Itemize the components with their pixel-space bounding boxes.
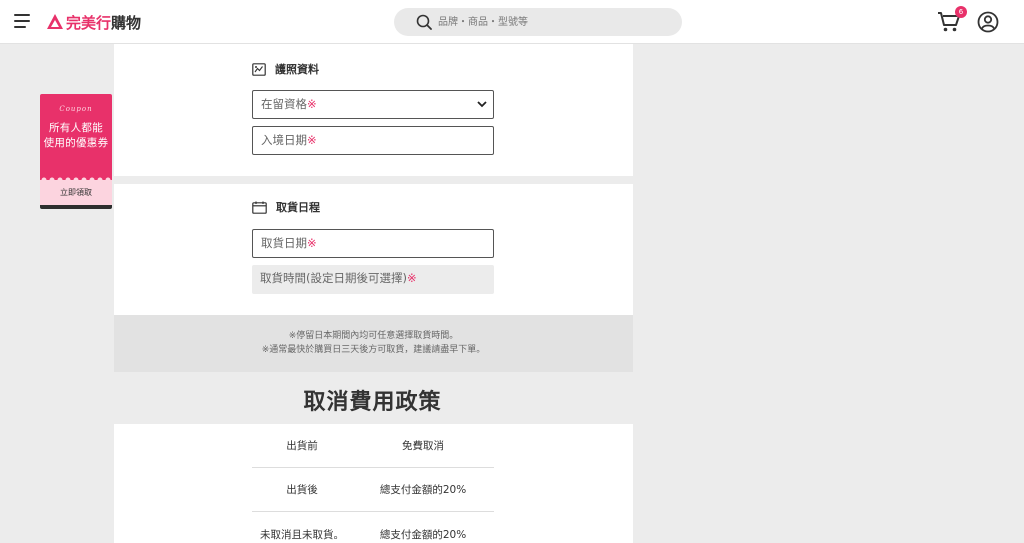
entry-date-label: 入境日期 xyxy=(261,133,307,147)
search-bar[interactable] xyxy=(394,8,682,36)
table-row: 出貨後 總支付金額的20% xyxy=(252,468,494,512)
policy-condition: 出貨前 xyxy=(286,440,318,452)
policy-condition: 未取消且未取貨。 xyxy=(260,528,344,541)
logo-text-dark: 購物 xyxy=(111,13,142,32)
policy-condition: 出貨後 xyxy=(286,484,318,496)
residence-status-select[interactable]: 在留資格※ xyxy=(252,90,494,119)
entry-date-field[interactable]: 入境日期※ xyxy=(252,126,494,155)
required-mark: ※ xyxy=(307,236,317,250)
required-mark: ※ xyxy=(307,133,317,147)
pickup-title: 取貨日程 xyxy=(276,201,320,214)
pickup-date-label: 取貨日期 xyxy=(261,236,307,250)
policy-fee: 總支付金額的20% xyxy=(379,484,467,496)
search-icon[interactable] xyxy=(416,14,432,30)
pickup-notes: ※停留日本期間內均可任意選擇取貨時間。 ※通常最快於購買日三天後方可取貨，建議請… xyxy=(114,315,633,372)
note-line-1: ※停留日本期間內均可任意選擇取貨時間。 xyxy=(288,331,459,341)
search-input[interactable] xyxy=(438,12,658,32)
cart-count-badge: 6 xyxy=(955,6,967,18)
policy-fee: 總支付金額的20% xyxy=(379,528,467,541)
pickup-date-field[interactable]: 取貨日期※ xyxy=(252,229,494,258)
menu-icon[interactable] xyxy=(14,14,32,30)
required-mark: ※ xyxy=(406,271,417,285)
passport-icon xyxy=(252,62,266,76)
coupon-line-1: 所有人都能 xyxy=(49,122,103,134)
pickup-schedule-card: 取貨日程 取貨日期※ 取貨時間(設定日期後可選擇)※ xyxy=(114,184,633,315)
logo-icon xyxy=(47,14,63,29)
required-mark: ※ xyxy=(307,97,317,111)
table-row: 未取消且未取貨。 總支付金額的20% xyxy=(252,512,494,543)
passport-section-title: 護照資料 xyxy=(252,61,319,77)
coupon-banner[interactable]: Coupon 所有人都能 使用的優惠券 xyxy=(40,94,112,180)
chevron-down-icon[interactable] xyxy=(477,100,487,108)
passport-card: 護照資料 在留資格※ 入境日期※ xyxy=(114,44,633,176)
pickup-time-label: 取貨時間(設定日期後可選擇) xyxy=(260,271,407,285)
coupon-claim-button[interactable]: 立即領取 xyxy=(40,180,112,209)
site-logo[interactable]: 完美行購物 xyxy=(46,11,141,33)
residence-status-label: 在留資格 xyxy=(261,97,307,111)
passport-title: 護照資料 xyxy=(275,63,319,76)
pickup-section-title: 取貨日程 xyxy=(252,199,320,215)
policy-fee: 免費取消 xyxy=(402,440,444,452)
table-row: 出貨前 免費取消 xyxy=(252,424,494,468)
user-account-icon[interactable] xyxy=(977,11,999,33)
coupon-widget[interactable]: Coupon 所有人都能 使用的優惠券 立即領取 xyxy=(40,94,112,209)
cancellation-policy-title: 取消費用政策 xyxy=(303,390,442,415)
coupon-line-2: 使用的優惠券 xyxy=(43,137,109,149)
logo-text-pink: 完美行 xyxy=(66,13,112,32)
calendar-icon xyxy=(252,201,267,214)
cancellation-policy-table: 出貨前 免費取消 出貨後 總支付金額的20% 未取消且未取貨。 總支付金額的20… xyxy=(114,424,633,543)
note-line-2: ※通常最快於購買日三天後方可取貨，建議請盡早下單。 xyxy=(261,345,486,355)
pickup-time-field: 取貨時間(設定日期後可選擇)※ xyxy=(252,265,494,294)
top-header: 完美行購物 6 xyxy=(0,0,1024,44)
coupon-word: Coupon xyxy=(59,105,93,113)
